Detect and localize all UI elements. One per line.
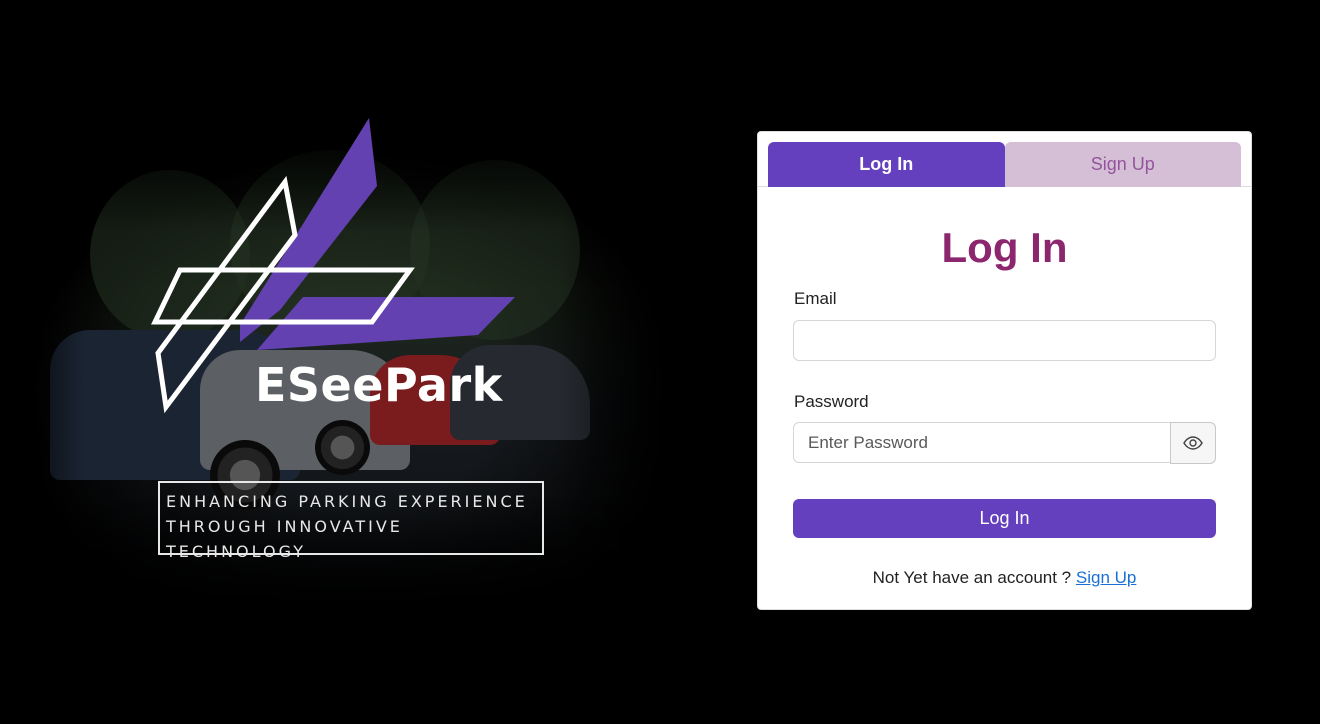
password-group — [793, 422, 1216, 464]
tab-login[interactable]: Log In — [768, 142, 1005, 187]
password-label: Password — [794, 392, 869, 411]
signup-link[interactable]: Sign Up — [1076, 568, 1136, 587]
brand-name: ESeePark — [255, 358, 503, 412]
tagline-line-1: ENHANCING PARKING EXPERIENCE — [166, 492, 528, 511]
tagline-line-2: THROUGH INNOVATIVE TECHNOLOGY — [166, 517, 403, 561]
password-field[interactable] — [793, 422, 1171, 463]
form-title: Log In — [941, 224, 1068, 271]
email-field[interactable] — [793, 320, 1216, 361]
signup-prompt-text: Not Yet have an account ? — [872, 568, 1072, 587]
brand-tagline-box: ENHANCING PARKING EXPERIENCE THROUGH INN… — [158, 481, 544, 561]
login-button[interactable]: Log In — [793, 499, 1216, 538]
email-label: Email — [794, 289, 837, 308]
tab-signup[interactable]: Sign Up — [1004, 142, 1241, 187]
signup-prompt: Not Yet have an account ? Sign Up — [758, 568, 1251, 588]
hero-panel: ESeePark ENHANCING PARKING EXPERIENCE TH… — [0, 0, 700, 724]
toggle-password-button[interactable] — [1170, 422, 1216, 464]
auth-tabs: Log In Sign Up — [758, 132, 1251, 187]
auth-card: Log In Sign Up Log In Email Password Log… — [757, 131, 1252, 610]
eye-icon — [1183, 436, 1203, 450]
